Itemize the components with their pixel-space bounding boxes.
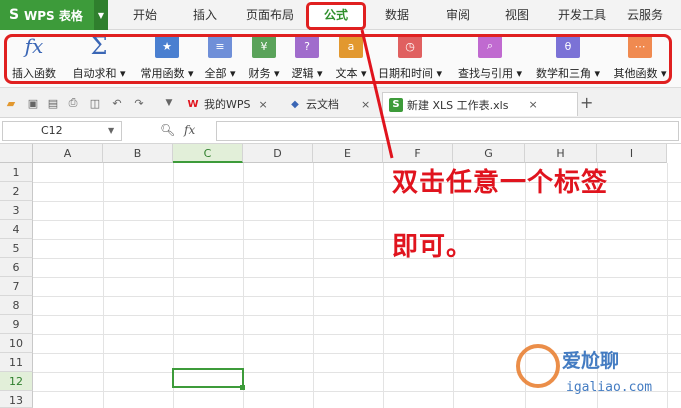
annotation-line-2: 即可。	[392, 232, 474, 262]
watermark-text: 爱尬聊	[562, 350, 620, 372]
annotation-line-1: 双击任意一个标签	[392, 168, 609, 198]
watermark-logo-icon	[516, 344, 560, 388]
site-watermark: 爱尬聊 igaliao.com	[512, 338, 678, 406]
watermark-url: igaliao.com	[566, 380, 653, 395]
